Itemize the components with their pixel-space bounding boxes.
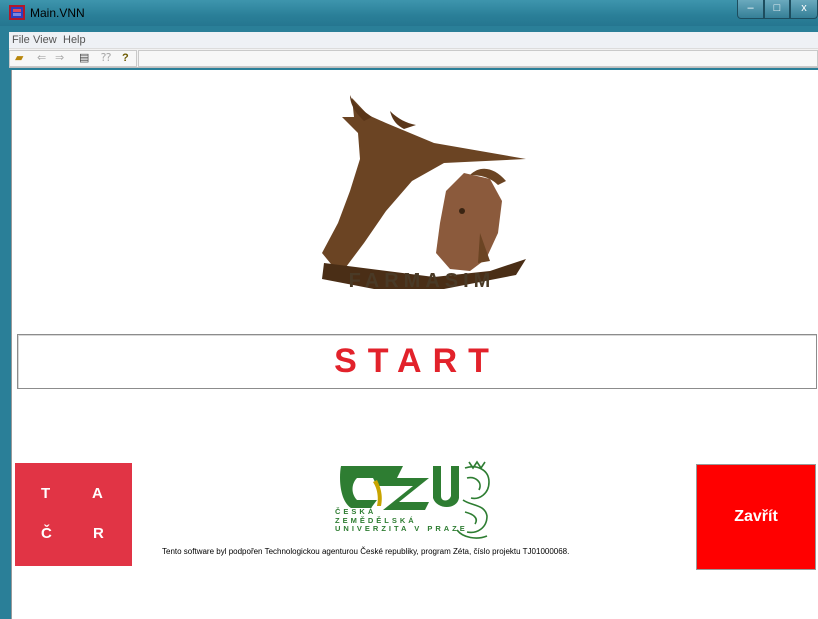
toolbar-group (9, 50, 137, 67)
start-button[interactable]: START (17, 334, 817, 389)
tacr-letter-t: T (41, 485, 51, 502)
czu-line-3: UNIVERZITA V PRAZE (335, 524, 468, 533)
tacr-letter-a: A (92, 485, 103, 502)
print-icon[interactable]: ▤ (79, 52, 89, 64)
tacr-letter-r: R (93, 525, 104, 542)
menu-help[interactable]: Help (63, 34, 86, 46)
toolbar: ▰ ⇐ ⇒ ▤ ⁇ ? (9, 48, 818, 68)
minimize-button[interactable]: – (737, 0, 764, 19)
close-app-button[interactable]: Zavřít (696, 464, 816, 570)
window-title: Main.VNN (30, 6, 85, 20)
tacr-letter-c: Č (41, 525, 52, 542)
menu-view[interactable]: View (33, 34, 57, 46)
support-statement: Tento software byl podpořen Technologick… (162, 547, 570, 556)
back-arrow-icon[interactable]: ⇐ (37, 52, 46, 64)
main-panel: FARMASIM START T A Č R ČESKÁ ZEMĚDĚLSKÁ … (11, 70, 818, 619)
title-bar[interactable]: Main.VNN – □ x (0, 0, 818, 26)
tacr-logo: T A Č R (15, 463, 132, 566)
maximize-button[interactable]: □ (764, 0, 790, 19)
help-icon[interactable]: ? (122, 52, 129, 64)
application-window: Main.VNN – □ x File View Help ▰ ⇐ ⇒ ▤ ⁇ … (0, 0, 818, 619)
farmasim-title: FARMASIM (348, 270, 496, 292)
czu-caption: ČESKÁ ZEMĚDĚLSKÁ UNIVERZITA V PRAZE (335, 507, 468, 534)
close-window-button[interactable]: x (790, 0, 818, 19)
forward-arrow-icon[interactable]: ⇒ (55, 52, 64, 64)
app-icon (9, 5, 25, 20)
context-help-icon[interactable]: ⁇ (101, 52, 111, 64)
menu-bar: File View Help (9, 32, 818, 48)
toolbar-spacer (138, 50, 818, 67)
start-label: START (334, 342, 500, 380)
menu-file[interactable]: File (12, 34, 30, 46)
farmasim-logo (322, 95, 526, 289)
open-folder-icon[interactable]: ▰ (15, 52, 23, 64)
